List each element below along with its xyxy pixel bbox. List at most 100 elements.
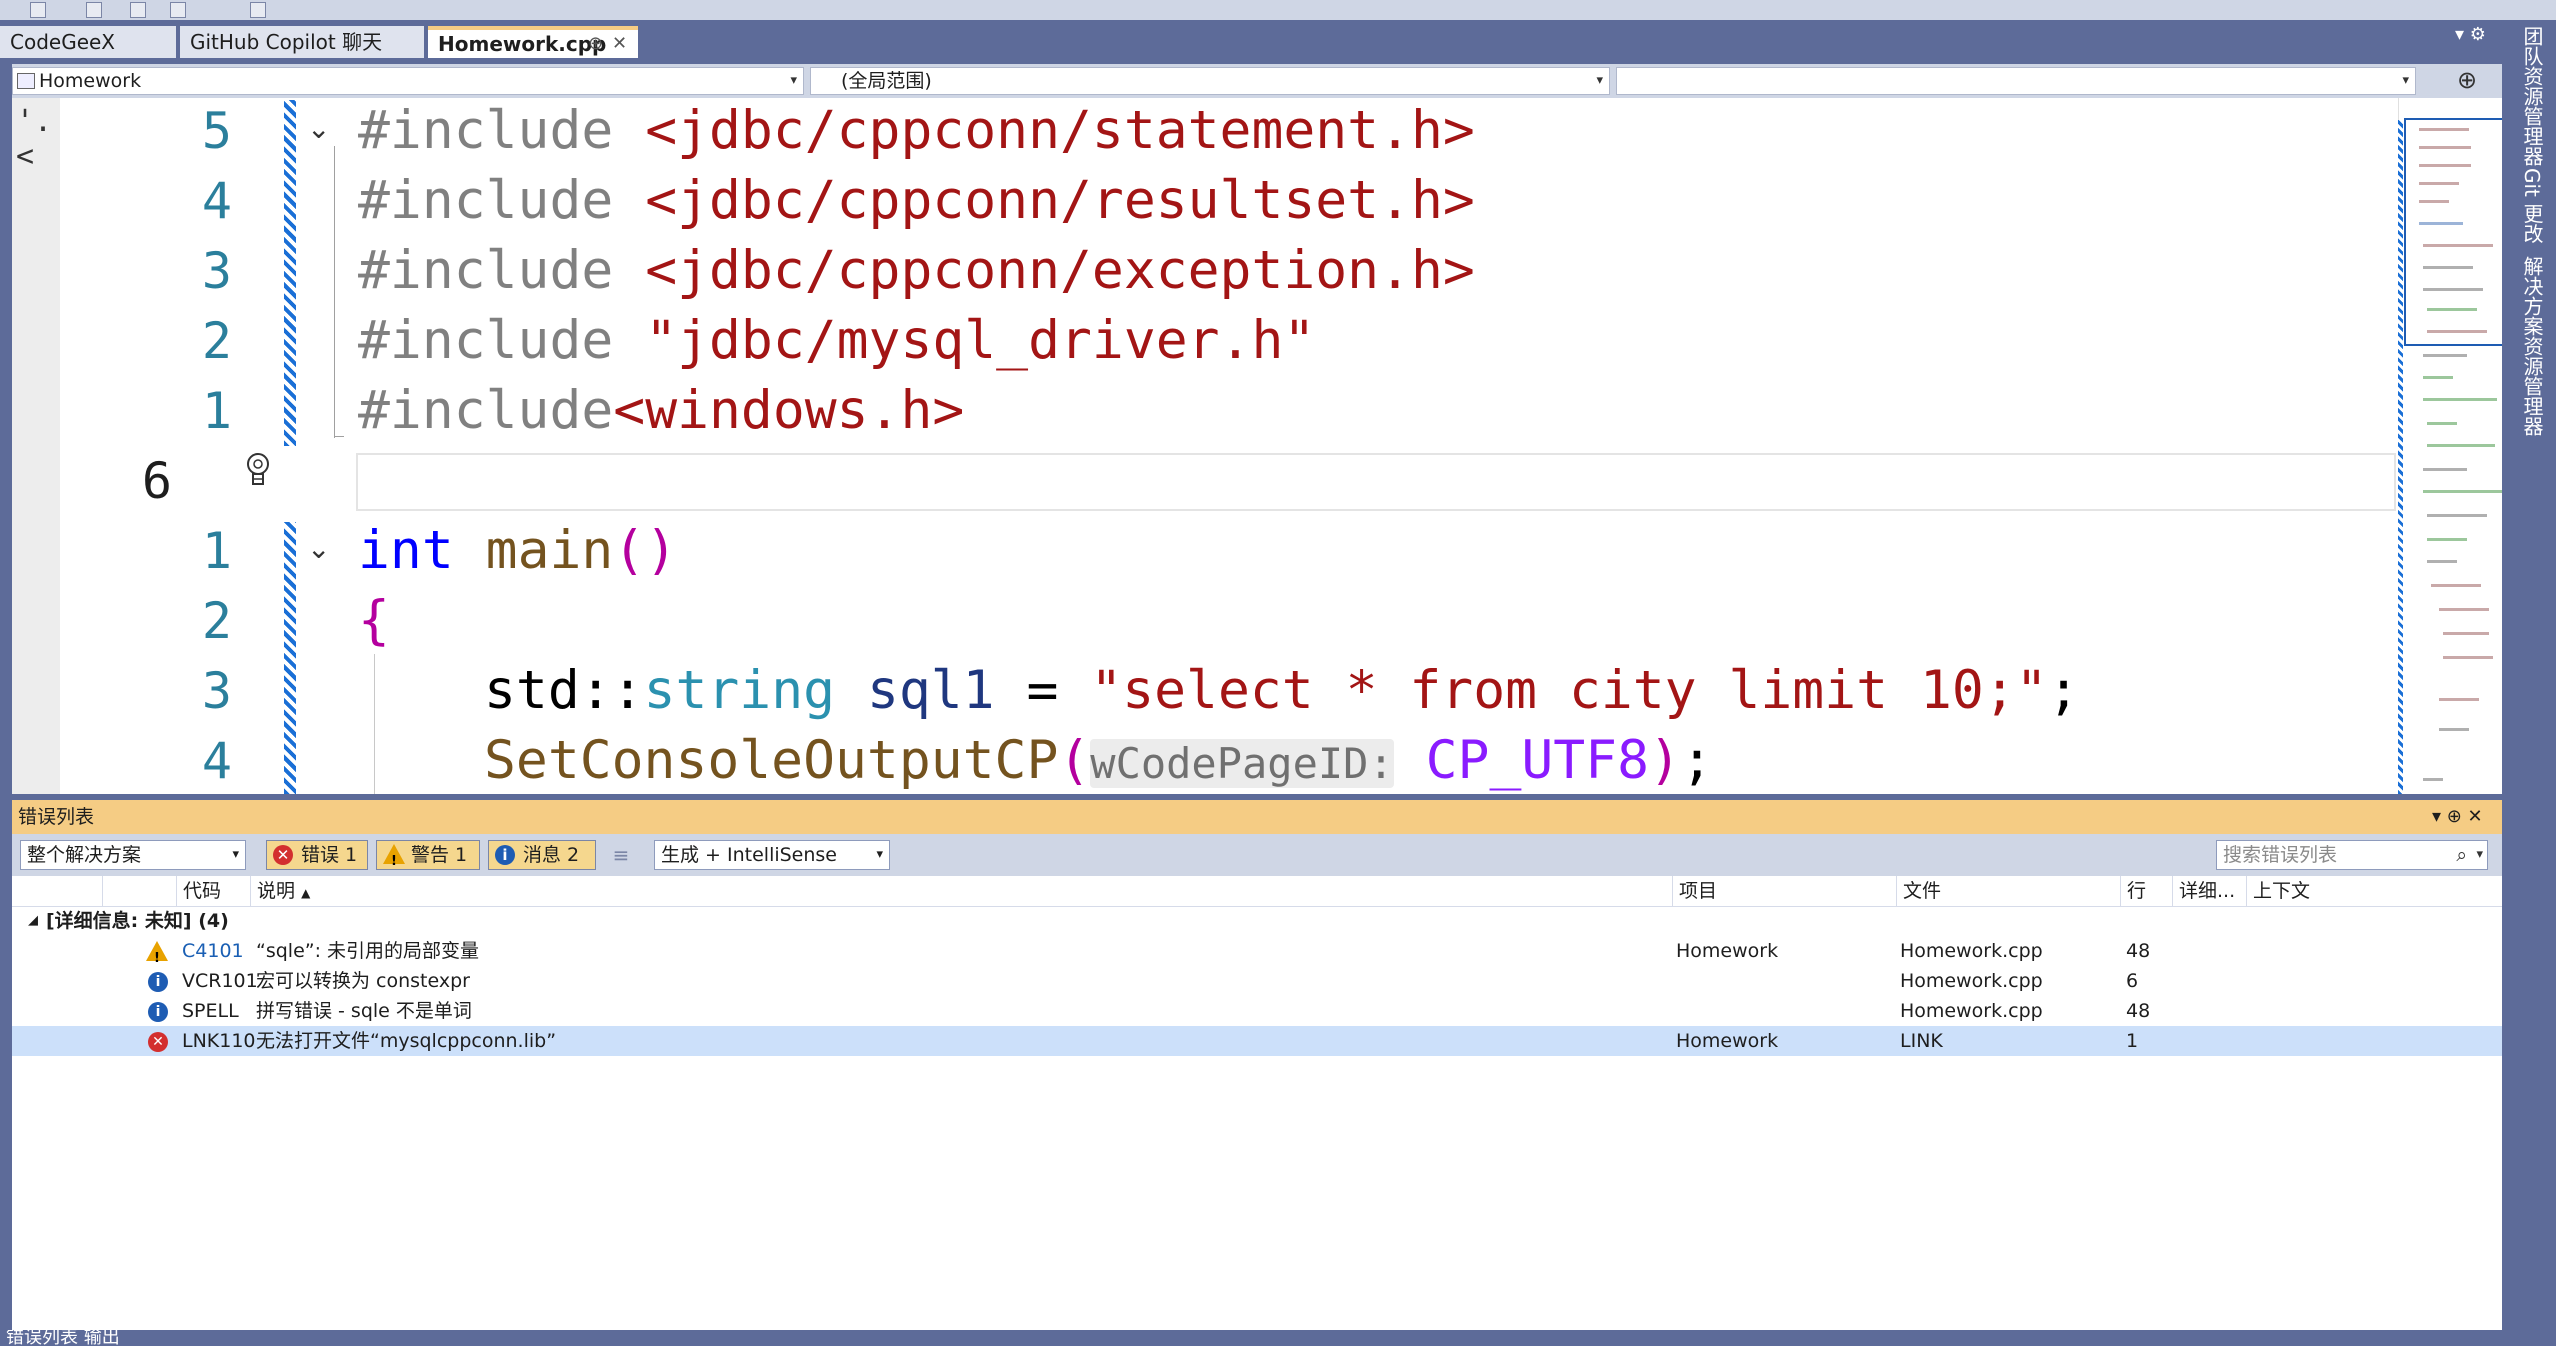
column-label: 代码 [183,880,222,902]
split-window-icon[interactable]: ⊕ [2442,67,2492,95]
error-code[interactable]: C4101 [182,936,244,966]
minimap-change-indicator [2398,120,2403,794]
include-path: <windows.h> [613,380,965,441]
scope-filter-dropdown[interactable]: 整个解决方案 ▾ [20,840,246,870]
collapse-icon[interactable]: ⌄ [307,112,330,145]
collapse-triangle-icon[interactable]: ◢ [28,906,38,936]
column-project[interactable]: 项目 [1672,876,1902,906]
tab-homework-cpp[interactable]: Homework.cpp ⊕ ✕ [428,26,638,58]
toolbar-button[interactable] [170,2,186,18]
include-path: <jdbc/cppconn/exception.h> [645,240,1475,301]
error-row[interactable]: ! C4101 “sqle”: 未引用的局部变量 Homework Homewo… [12,936,2502,966]
preprocessor-directive: #include [358,170,646,231]
column-code[interactable]: 代码 [176,876,256,906]
tab-label: GitHub Copilot 聊天 [190,30,383,54]
preprocessor-directive: #include [358,240,646,301]
column-context[interactable]: 上下文 [2246,876,2486,906]
column-detail[interactable]: 详细... [2172,876,2248,906]
tab-label: CodeGeeX [10,30,116,54]
toolbar-button[interactable] [250,2,266,18]
code-editor[interactable]: '.< 5 4 3 2 1 6 1 2 3 4 ⌄ ⌄ #include <jd… [12,98,2502,794]
column-description[interactable]: 说明 ▲ [250,876,1680,906]
variable-name: sql1 [866,660,995,721]
tab-codegeex[interactable]: CodeGeeX [0,26,176,58]
panel-window-controls[interactable]: ▾ ⊕ ✕ [2432,800,2483,834]
fold-guide [334,146,335,438]
chevron-down-icon: ▾ [1596,73,1603,88]
minimap-line [2423,778,2443,781]
search-placeholder: 搜索错误列表 [2223,844,2338,866]
error-description: 宏可以转换为 constexpr [256,970,470,992]
error-line: 48 [2126,1000,2151,1022]
toolbar-button[interactable] [86,2,102,18]
errors-filter-button[interactable]: ✕ 错误 1 [266,840,368,870]
collapse-icon[interactable]: ⌄ [307,532,330,565]
minimap-line [2431,584,2481,587]
error-icon: ✕ [148,1032,168,1052]
error-row-selected[interactable]: ✕ LNK1104 无法打开文件“mysqlcppconn.lib” Homew… [12,1026,2502,1056]
brace: { [358,590,390,651]
column-label: 说明 [257,880,296,902]
error-code: SPELL [182,1000,239,1022]
filter-icon[interactable]: ≡ [608,842,634,868]
error-group-header[interactable]: ◢ [详细信息: 未知] (4) [12,906,2502,936]
tab-overflow-icon[interactable]: ▾ ⚙ [2455,24,2486,45]
parentheses: () [613,520,678,581]
project-dropdown[interactable]: Homework ▾ [12,67,804,95]
error-list-title-bar: 错误列表 ▾ ⊕ ✕ [12,800,2502,834]
error-code: LNK1104 [182,1030,256,1052]
type-name: string [643,660,836,721]
pin-icon[interactable]: ⊕ [588,30,603,58]
column-label: 文件 [1903,880,1942,902]
warnings-filter-button[interactable]: ! 警告 1 [376,840,480,870]
namespace: std [484,660,580,721]
right-tool-strip: 团队资源管理器 Git 更改 解决方案资源管理器 [2504,20,2556,1346]
messages-filter-button[interactable]: i 消息 2 [488,840,596,870]
string-literal: "select * from city limit 10;" [1090,660,2048,721]
error-row[interactable]: i VCR101 宏可以转换为 constexpr Homework.cpp 6 [12,966,2502,996]
build-filter-dropdown[interactable]: 生成 + IntelliSense ▾ [654,840,890,870]
tab-solution-explorer[interactable]: 解决方案资源管理器 [2518,256,2547,436]
group-label: [详细信息: 未知] (4) [46,910,229,932]
minimap-line [2439,728,2469,731]
error-list-toolbar: 整个解决方案 ▾ ✕ 错误 1 ! 警告 1 i 消息 2 ≡ 生成 + Int… [12,834,2502,876]
search-error-list-input[interactable]: 搜索错误列表 ⌕ ▾ [2216,840,2488,870]
close-icon[interactable]: ✕ [612,30,627,58]
project-icon [17,73,35,89]
minimap-line [2439,698,2479,701]
minimap-viewport[interactable] [2404,118,2502,346]
column-line[interactable]: 行 [2120,876,2180,906]
navigation-bar: Homework ▾ (全局范围) ▾ ▾ ⊕ [12,64,2502,98]
chevron-down-icon: ▾ [2476,847,2483,862]
warnings-count: 警告 1 [411,844,468,866]
error-line: 1 [2126,1030,2139,1052]
error-row[interactable]: i SPELL 拼写错误 - sqle 不是单词 Homework.cpp 48 [12,996,2502,1026]
error-list-column-header: 代码 说明 ▲ 项目 文件 行 详细... 上下文 [12,876,2502,907]
code-line: std::string sql1 = "select * from city l… [484,660,2080,721]
scope-dropdown[interactable]: (全局范围) ▾ [810,67,1610,95]
tab-copilot-chat[interactable]: GitHub Copilot 聊天 [180,26,424,58]
column-file[interactable]: 文件 [1896,876,2126,906]
error-list-panel: 错误列表 ▾ ⊕ ✕ 整个解决方案 ▾ ✕ 错误 1 ! 警告 1 i 消息 2… [12,800,2502,1330]
code-line: #include <jdbc/cppconn/resultset.h> [358,170,1475,231]
tab-team-explorer[interactable]: 团队资源管理器 [2518,26,2547,166]
minimap-line [2423,354,2467,357]
bottom-tool-tabs[interactable]: 错误列表 输出 [0,1330,2510,1346]
build-filter-label: 生成 + IntelliSense [661,844,838,866]
messages-count: 消息 2 [523,844,580,866]
chevron-down-icon: ▾ [876,847,883,862]
semicolon: ; [2047,660,2080,721]
lightbulb-icon[interactable] [244,450,272,490]
preprocessor-directive: #include [358,380,614,441]
member-dropdown[interactable]: ▾ [1616,67,2416,95]
error-code: VCR101 [182,970,258,992]
tab-git-changes[interactable]: Git 更改 [2518,168,2547,243]
line-number: 4 [201,172,232,230]
chevron-down-icon: ▾ [232,847,239,862]
info-icon: i [495,845,515,865]
toolbar-button[interactable] [30,2,46,18]
line-number: 5 [201,102,232,160]
include-path: "jdbc/mysql_driver.h" [645,310,1316,371]
line-number: 2 [201,592,232,650]
toolbar-button[interactable] [130,2,146,18]
